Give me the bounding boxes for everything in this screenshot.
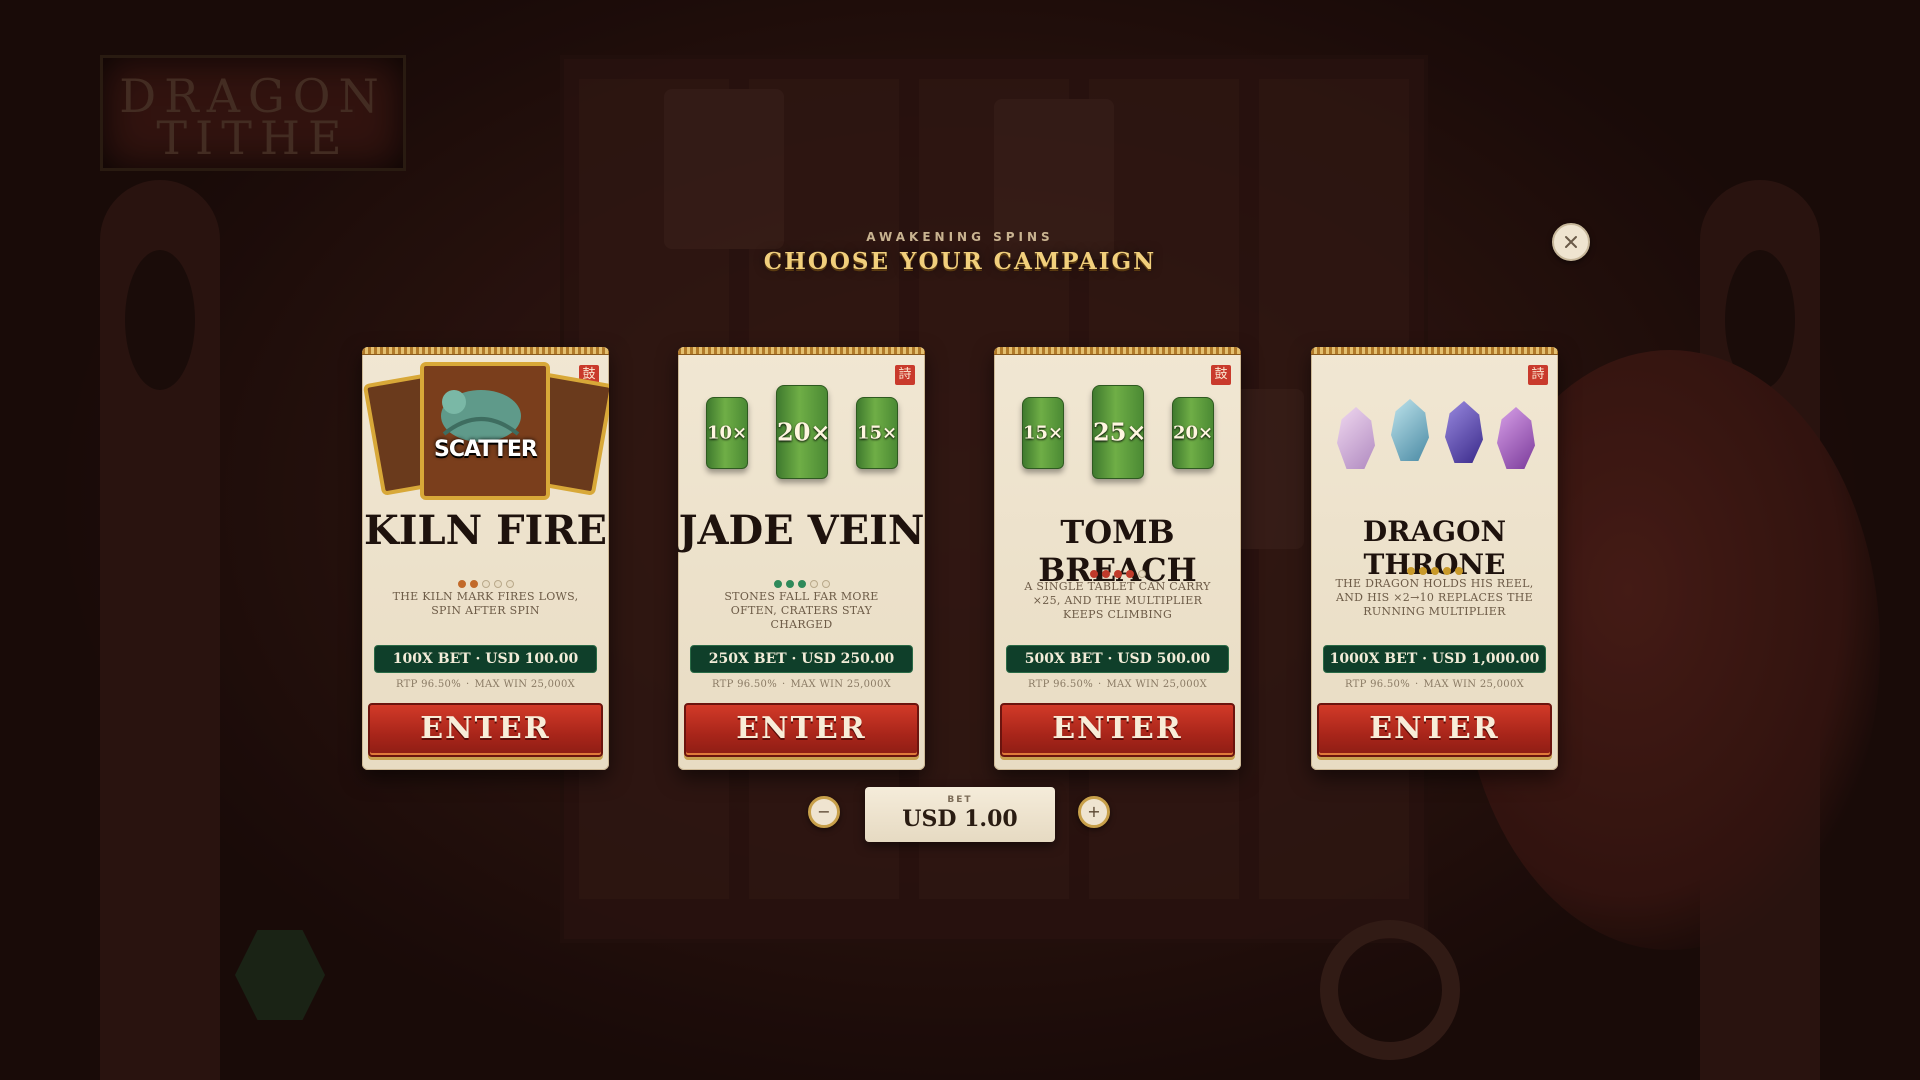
volatility-dot: [481, 580, 490, 588]
jade-tablets-art: 15× 25× 20×: [994, 357, 1241, 497]
max-win-label: MAX WIN 25,000X: [474, 679, 576, 690]
enter-button-tomb-breach[interactable]: ENTER: [1000, 703, 1235, 757]
campaign-price: 500X BET · USD 500.00: [1006, 645, 1229, 673]
campaign-stats: RTP 96.50% · MAX WIN 25,000X: [395, 679, 576, 690]
scatter-label: SCATTER: [434, 437, 538, 462]
volatility-dot: [821, 580, 830, 588]
campaign-description: THE DRAGON HOLDS HIS REEL, AND HIS ×2→10…: [1335, 577, 1534, 618]
enter-button-kiln-fire[interactable]: ENTER: [368, 703, 603, 757]
volatility-dot: [1089, 570, 1098, 578]
bet-decrease-button[interactable]: −: [808, 796, 840, 828]
max-win-label: MAX WIN 25,000X: [1423, 679, 1525, 690]
campaign-stats: RTP 96.50% · MAX WIN 25,000X: [1027, 679, 1208, 690]
campaign-price: 250X BET · USD 250.00: [690, 645, 913, 673]
volatility-dot: [785, 580, 794, 588]
campaign-name: KILN FIRE: [364, 507, 607, 554]
tablet-multiplier: 10×: [707, 422, 748, 444]
rtp-label: RTP 96.50%: [1344, 679, 1411, 690]
modal-header: AWAKENING SPINS CHOOSE YOUR CAMPAIGN: [0, 230, 1920, 275]
rtp-label: RTP 96.50%: [711, 679, 778, 690]
campaign-name: JADE VEIN: [678, 507, 925, 554]
tablet-multiplier: 20×: [1173, 422, 1214, 444]
campaign-card-jade-vein: 詩 10× 20× 15× JADE VEIN STONES FALL FAR …: [678, 347, 925, 770]
volatility-dot: [1113, 570, 1122, 578]
rtp-label: RTP 96.50%: [395, 679, 462, 690]
max-win-label: MAX WIN 25,000X: [790, 679, 892, 690]
dragon-crystals-art: [1311, 357, 1558, 497]
bet-display: BET USD 1.00: [865, 787, 1055, 842]
campaign-price: 100X BET · USD 100.00: [374, 645, 597, 673]
scatter-art: SCATTER: [362, 357, 609, 500]
volatility-dot: [809, 580, 818, 588]
campaign-card-dragon-throne: 詩 DRAGON THRONE THE DRAGON HOLDS HIS REE…: [1311, 347, 1558, 770]
volatility-dot: [1430, 567, 1439, 575]
volatility-dot: [1101, 570, 1110, 578]
rtp-label: RTP 96.50%: [1027, 679, 1094, 690]
campaign-card-tomb-breach: 鼓 15× 25× 20× TOMB BREACH A SINGLE TABLE…: [994, 347, 1241, 770]
enter-button-jade-vein[interactable]: ENTER: [684, 703, 919, 757]
bet-value: USD 1.00: [902, 806, 1018, 832]
campaign-description: A SINGLE TABLET CAN CARRY ×25, AND THE M…: [1024, 580, 1211, 621]
volatility-dot: [1125, 570, 1134, 578]
modal-title: CHOOSE YOUR CAMPAIGN: [763, 248, 1157, 275]
volatility-dot: [493, 580, 502, 588]
background-game: DRAGON TITHE: [0, 0, 1920, 1080]
campaign-stats: RTP 96.50% · MAX WIN 25,000X: [711, 679, 892, 690]
campaign-card-kiln-fire: 鼓 SCATTER KILN FIRE THE KILN MARK FIRES …: [362, 347, 609, 770]
modal-subtitle: AWAKENING SPINS: [866, 230, 1054, 244]
tablet-multiplier: 25×: [1093, 417, 1147, 447]
jade-tablets-art: 10× 20× 15×: [678, 357, 925, 497]
volatility-dot: [1406, 567, 1415, 575]
volatility-dot: [1418, 567, 1427, 575]
volatility-dot: [469, 580, 478, 588]
campaign-price: 1000X BET · USD 1,000.00: [1323, 645, 1546, 673]
volatility-dot: [505, 580, 514, 588]
bet-increase-button[interactable]: +: [1078, 796, 1110, 828]
tablet-multiplier: 15×: [857, 422, 898, 444]
volatility-dot: [1442, 567, 1451, 575]
enter-button-dragon-throne[interactable]: ENTER: [1317, 703, 1552, 757]
volatility-dot: [1454, 567, 1463, 575]
campaign-description: STONES FALL FAR MORE OFTEN, CRATERS STAY…: [724, 590, 879, 631]
campaign-stats: RTP 96.50% · MAX WIN 25,000X: [1344, 679, 1525, 690]
tablet-multiplier: 15×: [1023, 422, 1064, 444]
volatility-dot: [773, 580, 782, 588]
bet-label: BET: [947, 795, 973, 805]
campaign-description: THE KILN MARK FIRES LOWS, SPIN AFTER SPI…: [392, 590, 579, 617]
volatility-dot: [457, 580, 466, 588]
max-win-label: MAX WIN 25,000X: [1106, 679, 1208, 690]
close-icon: [1563, 234, 1579, 250]
volatility-dot: [797, 580, 806, 588]
close-button[interactable]: [1552, 223, 1590, 261]
tablet-multiplier: 20×: [777, 417, 831, 447]
volatility-dot: [1137, 570, 1146, 578]
